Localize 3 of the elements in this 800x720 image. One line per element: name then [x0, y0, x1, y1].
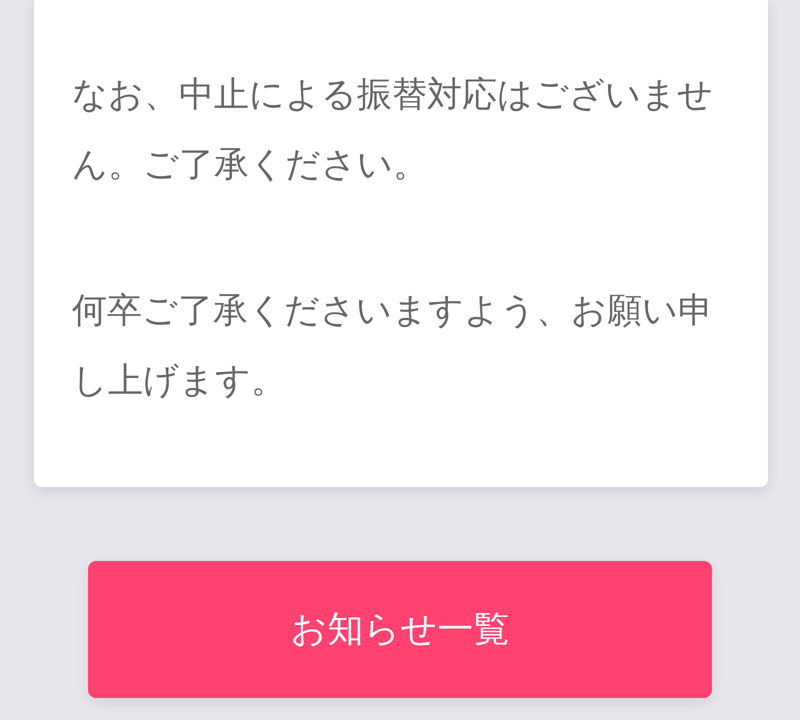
notice-text: なお、中止による振替対応はございません。ご了承ください。 [72, 74, 714, 187]
notice-list-button[interactable]: お知らせ一覧 [88, 561, 712, 698]
notice-text: 何卒ご了承くださいますよう、お願い申し上げます。 [72, 290, 714, 403]
